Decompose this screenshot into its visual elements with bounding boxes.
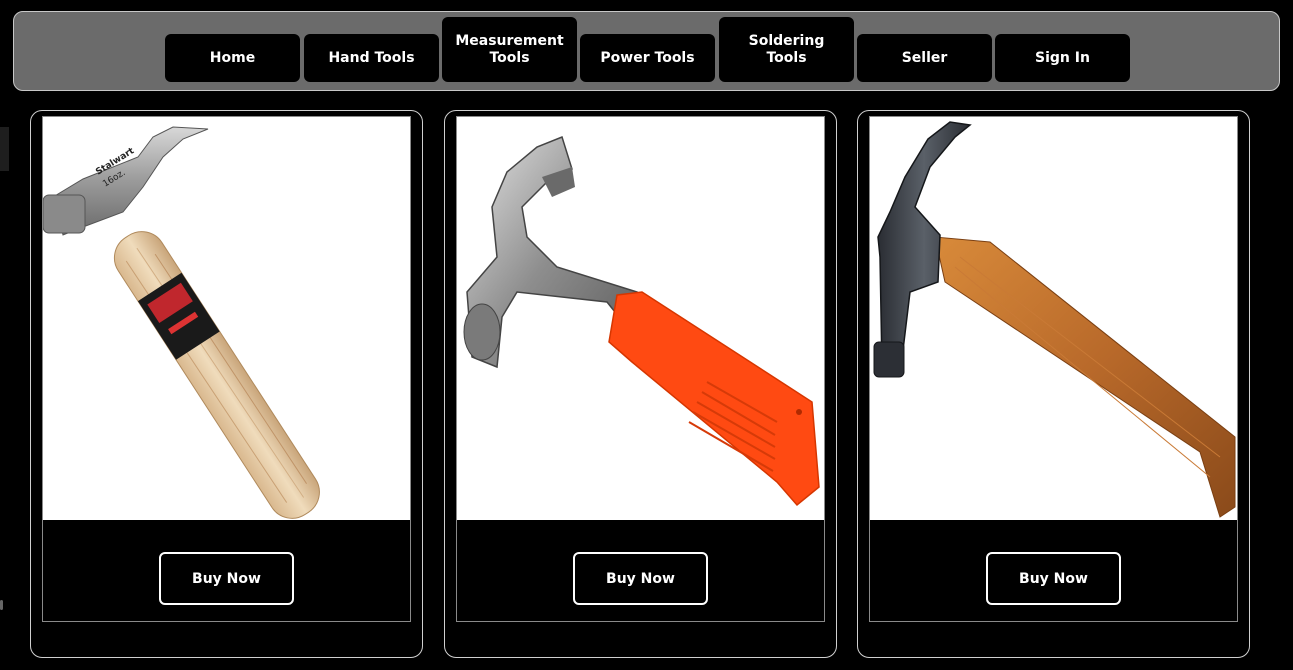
nav-measurement-tools-button[interactable]: Measurement Tools [442,17,577,82]
claw-hammer-orange-grip-icon [463,136,820,507]
product-card: Stalwart 16oz. Buy Now [30,110,423,658]
nav-hand-tools-button[interactable]: Hand Tools [304,34,439,82]
left-edge-marker [0,600,3,610]
nav-sign-in-button[interactable]: Sign In [995,34,1130,82]
nav-seller-button[interactable]: Seller [857,34,992,82]
product-image-wood-hammer[interactable]: Stalwart 16oz. [43,117,410,520]
navbar: Home Hand Tools Measurement Tools Power … [13,11,1280,91]
left-edge-strip [0,127,9,171]
nav-hand-tools-label: Hand Tools [328,49,415,66]
buy-now-button[interactable]: Buy Now [986,552,1121,605]
nav-soldering-tools-label-line1: Soldering [748,32,825,49]
claw-hammer-dark-wood-handle-icon [873,121,1236,518]
nav-measurement-tools-label-line1: Measurement [455,32,564,49]
nav-home-button[interactable]: Home [165,34,300,82]
product-image-orange-grip-hammer[interactable] [457,117,824,520]
nav-measurement-tools-label-line2: Tools [489,49,530,66]
nav-soldering-tools-button[interactable]: Soldering Tools [719,17,854,82]
product-card-body: Buy Now [869,116,1238,622]
nav-home-label: Home [209,49,256,66]
nav-power-tools-label: Power Tools [600,49,695,66]
product-card: Buy Now [857,110,1250,658]
product-card-body: Buy Now [456,116,825,622]
nav-seller-label: Seller [901,49,948,66]
product-card: Buy Now [444,110,837,658]
buy-now-button[interactable]: Buy Now [159,552,294,605]
nav-sign-in-label: Sign In [1035,49,1090,66]
product-card-body: Stalwart 16oz. Buy Now [42,116,411,622]
buy-now-button[interactable]: Buy Now [573,552,708,605]
page: Home Hand Tools Measurement Tools Power … [0,0,1293,670]
product-image-dark-wood-hammer[interactable] [870,117,1237,520]
claw-hammer-wood-handle-icon: Stalwart 16oz. [43,126,320,519]
nav-soldering-tools-label-line2: Tools [766,49,807,66]
nav-power-tools-button[interactable]: Power Tools [580,34,715,82]
